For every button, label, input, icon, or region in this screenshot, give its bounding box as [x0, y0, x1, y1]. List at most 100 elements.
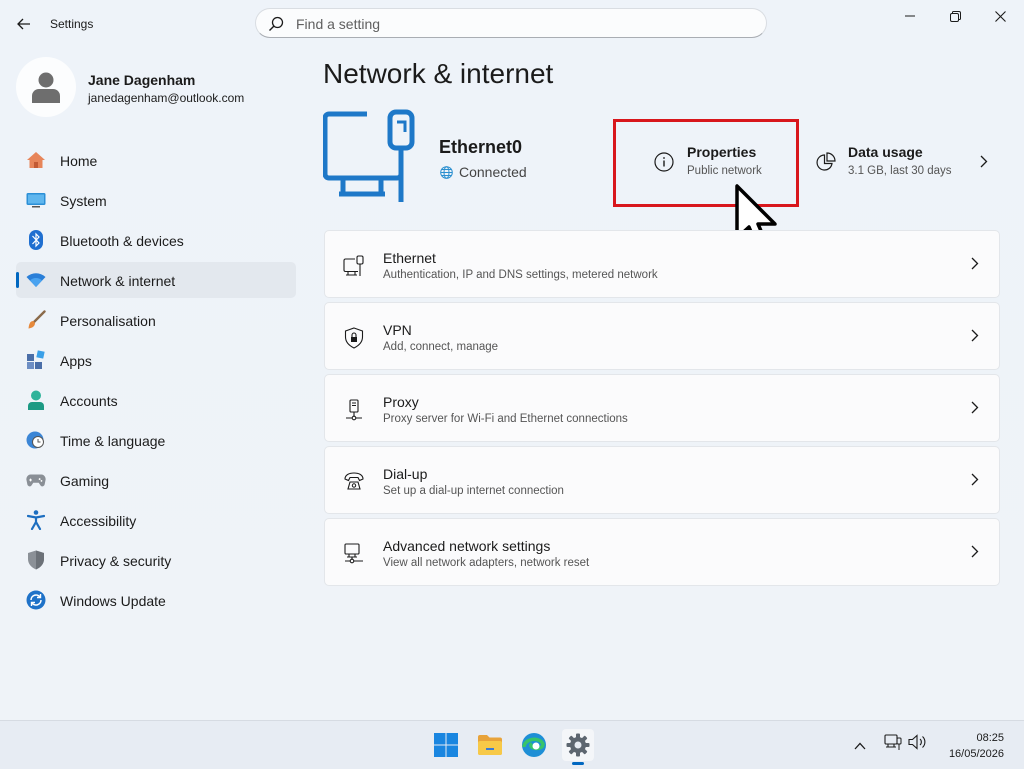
clock-globe-icon [26, 431, 46, 449]
dialup-icon [343, 471, 365, 493]
data-usage-summary: 3.1 GB, last 30 days [848, 165, 952, 177]
card-title: VPN [383, 322, 412, 338]
volume-tray-button[interactable] [908, 733, 928, 756]
card-title: Ethernet [383, 250, 436, 266]
sidebar-item-label: Home [60, 153, 98, 169]
account-icon [26, 390, 46, 410]
card-description: Proxy server for Wi-Fi and Ethernet conn… [383, 413, 628, 425]
search-box[interactable] [255, 8, 767, 38]
card-title: Dial-up [383, 466, 428, 482]
sidebar-item-privacy-security[interactable]: Privacy & security [16, 542, 296, 578]
ethernet-card[interactable]: Ethernet Authentication, IP and DNS sett… [324, 230, 1000, 298]
sidebar-item-time-language[interactable]: Time & language [16, 422, 296, 458]
proxy-icon [343, 399, 365, 421]
avatar[interactable] [16, 57, 76, 117]
bluetooth-icon [26, 230, 46, 250]
adapter-name: Ethernet0 [439, 137, 523, 157]
settings-window: Settings Jane Dagenham janedagenham@outl… [0, 0, 1024, 720]
card-description: Set up a dial-up internet connection [383, 485, 564, 497]
clock[interactable]: 08:25 16/05/2026 [949, 730, 1004, 762]
adapter-status: Connected [440, 164, 527, 180]
settings-list: Ethernet Authentication, IP and DNS sett… [324, 230, 1000, 590]
settings-taskbar-button[interactable] [562, 729, 594, 765]
sidebar-item-personalisation[interactable]: Personalisation [16, 302, 296, 338]
chevron-right-icon [971, 545, 979, 558]
network-tray-button[interactable] [884, 733, 902, 756]
sidebar-item-bluetooth[interactable]: Bluetooth & devices [16, 222, 296, 258]
sidebar-item-label: Privacy & security [60, 553, 172, 569]
sidebar-item-network[interactable]: Network & internet [16, 262, 296, 298]
chevron-right-icon [980, 155, 988, 168]
gear-icon [566, 733, 590, 757]
ethernet-icon [343, 255, 365, 277]
taskbar: 08:25 16/05/2026 [0, 720, 1024, 769]
start-button[interactable] [430, 729, 462, 761]
sidebar-item-label: Accounts [60, 393, 118, 409]
vpn-card[interactable]: VPN Add, connect, manage [324, 302, 1000, 370]
sidebar-item-system[interactable]: System [16, 182, 296, 218]
accessibility-icon [26, 510, 46, 530]
gamepad-icon [26, 471, 46, 489]
wifi-icon [26, 271, 46, 289]
windows-logo-icon [434, 733, 458, 757]
sidebar-item-windows-update[interactable]: Windows Update [16, 582, 296, 618]
system-icon [26, 191, 46, 209]
sidebar-item-label: Personalisation [60, 313, 156, 329]
card-title: Advanced network settings [383, 538, 551, 554]
file-explorer-button[interactable] [474, 729, 506, 761]
sidebar-item-home[interactable]: Home [16, 142, 296, 178]
update-icon [26, 590, 46, 610]
app-title: Settings [50, 17, 94, 31]
edge-icon [522, 733, 546, 757]
chevron-right-icon [971, 473, 979, 486]
restore-button[interactable] [933, 2, 977, 30]
card-description: Add, connect, manage [383, 341, 499, 353]
user-avatar-icon [32, 72, 60, 103]
card-description: Authentication, IP and DNS settings, met… [383, 269, 658, 281]
apps-icon [26, 350, 46, 369]
sidebar-item-accounts[interactable]: Accounts [16, 382, 296, 418]
sidebar-item-apps[interactable]: Apps [16, 342, 296, 378]
sidebar-item-accessibility[interactable]: Accessibility [16, 502, 296, 538]
proxy-card[interactable]: Proxy Proxy server for Wi-Fi and Etherne… [324, 374, 1000, 442]
sidebar-item-label: Windows Update [60, 593, 166, 609]
edge-browser-button[interactable] [518, 729, 550, 761]
back-button[interactable] [12, 10, 36, 38]
home-icon [26, 151, 46, 169]
advanced-network-settings-card[interactable]: Advanced network settings View all netwo… [324, 518, 1000, 586]
data-usage-link[interactable]: Data usage 3.1 GB, last 30 days [812, 128, 1000, 198]
chevron-right-icon [971, 329, 979, 342]
vpn-shield-icon [343, 327, 365, 349]
close-icon [994, 10, 1006, 22]
sidebar-item-gaming[interactable]: Gaming [16, 462, 296, 498]
minimize-button[interactable] [888, 2, 932, 30]
ethernet-computer-icon [323, 109, 415, 202]
pie-chart-icon [816, 152, 836, 171]
back-arrow-icon [17, 18, 30, 30]
clock-date: 16/05/2026 [948, 748, 1004, 760]
restore-icon [949, 10, 961, 22]
search-input[interactable] [294, 14, 738, 34]
clock-time: 08:25 [976, 732, 1004, 744]
sidebar-item-label: Time & language [60, 433, 166, 449]
user-name: Jane Dagenham [88, 72, 196, 88]
sidebar-item-label: Bluetooth & devices [60, 233, 184, 249]
chevron-right-icon [971, 257, 979, 270]
data-usage-title: Data usage [848, 144, 923, 160]
card-title: Proxy [383, 394, 419, 410]
show-hidden-icons-button[interactable] [854, 737, 866, 755]
shield-icon [26, 550, 46, 570]
sidebar-item-label: System [60, 193, 107, 209]
page-title: Network & internet [323, 58, 554, 89]
globe-icon [440, 165, 453, 179]
advanced-network-icon [343, 543, 365, 565]
title-bar: Settings [0, 0, 1024, 48]
dialup-card[interactable]: Dial-up Set up a dial-up internet connec… [324, 446, 1000, 514]
sidebar-item-label: Network & internet [60, 273, 176, 289]
network-status-icon [884, 734, 902, 750]
close-button[interactable] [978, 2, 1022, 30]
speaker-icon [908, 734, 926, 750]
sidebar-item-label: Accessibility [60, 513, 137, 529]
user-email: janedagenham@outlook.com [88, 91, 245, 105]
search-icon [269, 16, 284, 31]
